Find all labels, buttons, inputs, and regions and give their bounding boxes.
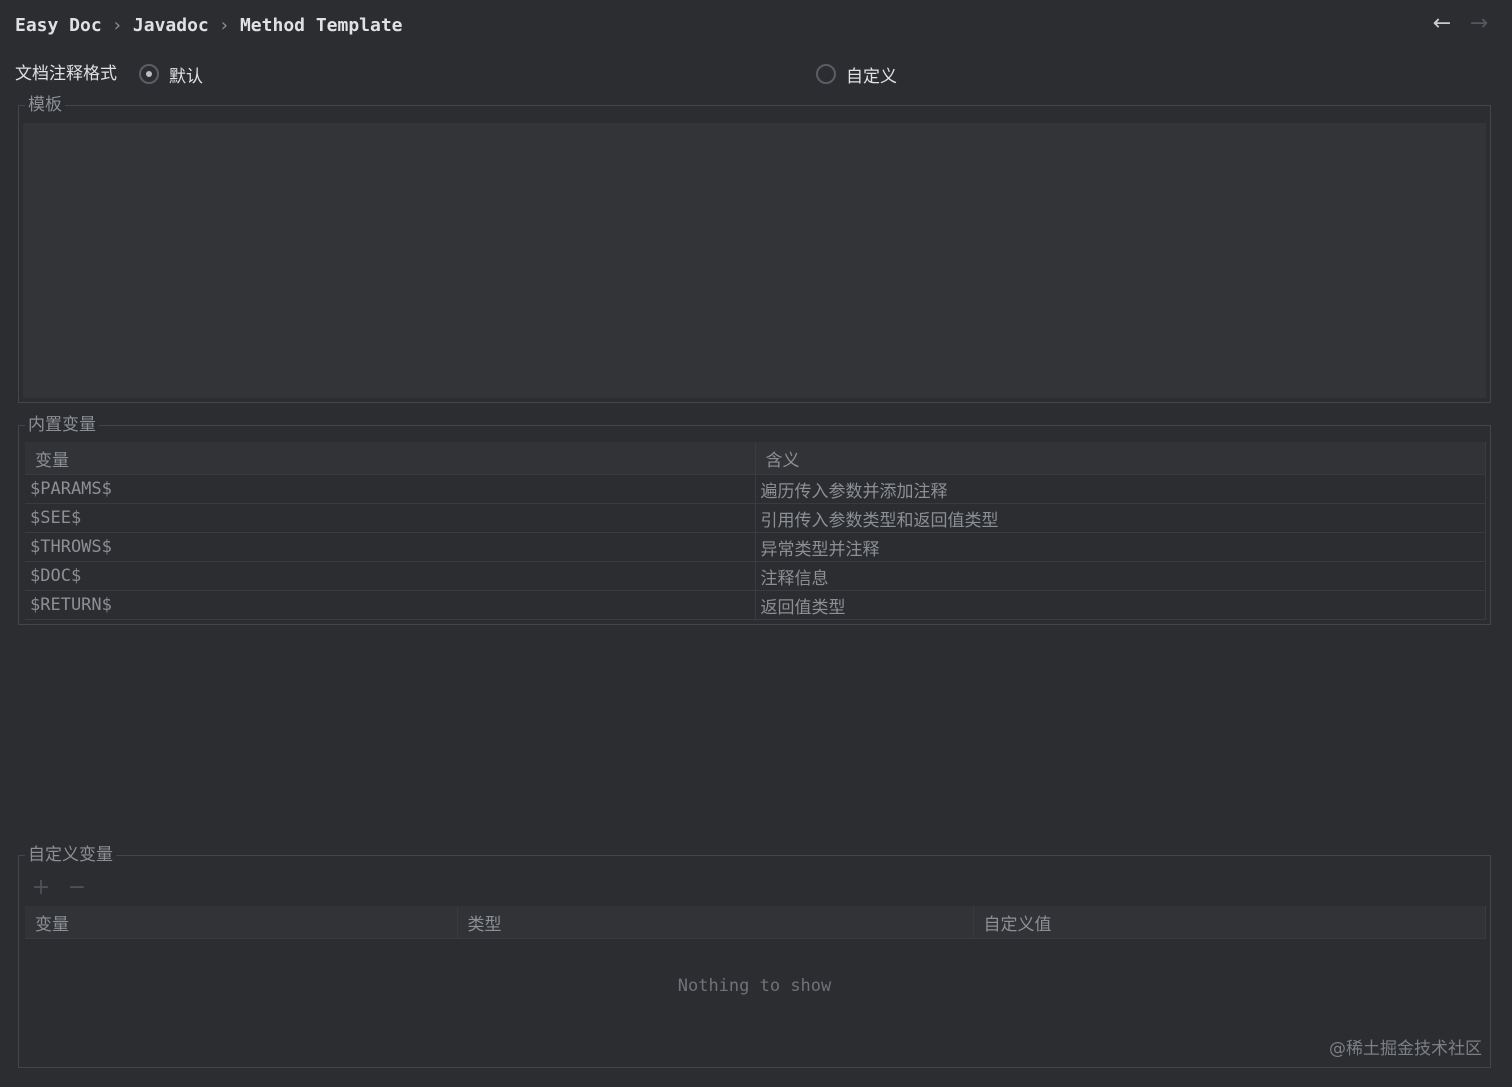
table-row[interactable]: $RETURN$ 返回值类型 — [25, 590, 1486, 620]
table-header-row: 变量 类型 自定义值 — [25, 906, 1486, 939]
table-row[interactable]: $THROWS$ 异常类型并注释 — [25, 532, 1486, 562]
builtin-variables-group: 内置变量 变量 含义 $PARAMS$ 遍历传入参数并添加注释 $SEE$ 引用… — [18, 413, 1491, 625]
add-icon[interactable]: + — [29, 876, 53, 900]
variable-cell: $THROWS$ — [25, 532, 756, 562]
radio-default[interactable]: 默认 — [139, 61, 203, 87]
doc-format-label: 文档注释格式 — [15, 64, 117, 84]
variable-cell: $PARAMS$ — [25, 474, 756, 504]
template-group-title: 模板 — [25, 93, 65, 117]
table-row[interactable]: $SEE$ 引用传入参数类型和返回值类型 — [25, 503, 1486, 533]
column-header-meaning[interactable]: 含义 — [755, 442, 1486, 475]
remove-icon[interactable]: − — [65, 876, 89, 900]
breadcrumb: Easy Doc › Javadoc › Method Template — [15, 13, 403, 37]
radio-checked-icon[interactable] — [139, 64, 159, 84]
radio-default-label[interactable]: 默认 — [169, 62, 203, 87]
column-header-variable[interactable]: 变量 — [25, 906, 458, 939]
radio-unchecked-icon[interactable] — [816, 64, 836, 84]
variable-cell: $RETURN$ — [25, 590, 756, 620]
column-header-variable[interactable]: 变量 — [25, 442, 756, 475]
column-header-type[interactable]: 类型 — [457, 906, 974, 939]
template-group: 模板 — [18, 93, 1491, 403]
breadcrumb-item-javadoc[interactable]: Javadoc — [133, 15, 209, 36]
empty-table-message: Nothing to show — [677, 976, 832, 996]
breadcrumb-separator: › — [220, 14, 228, 36]
variable-cell: $SEE$ — [25, 503, 756, 533]
breadcrumb-item-method-template: Method Template — [239, 14, 403, 36]
forward-arrow-icon[interactable]: → — [1468, 13, 1490, 35]
meaning-cell: 异常类型并注释 — [755, 532, 1486, 562]
breadcrumb-item-easy-doc[interactable]: Easy Doc — [15, 15, 102, 36]
watermark: @稀土掘金技术社区 — [1329, 1039, 1482, 1059]
meaning-cell: 返回值类型 — [755, 590, 1486, 620]
doc-format-row: 文档注释格式 默认 自定义 — [15, 61, 1512, 87]
radio-custom[interactable]: 自定义 — [816, 61, 897, 87]
custom-variables-group: 自定义变量 + − 变量 类型 自定义值 Nothing to show — [18, 843, 1491, 1068]
template-editor[interactable] — [23, 123, 1486, 398]
meaning-cell: 遍历传入参数并添加注释 — [755, 474, 1486, 504]
custom-variables-title: 自定义变量 — [25, 843, 116, 867]
table-header-row: 变量 含义 — [25, 442, 1486, 475]
builtin-variables-table: 变量 含义 $PARAMS$ 遍历传入参数并添加注释 $SEE$ 引用传入参数类… — [25, 442, 1486, 620]
custom-variables-table: 变量 类型 自定义值 — [25, 906, 1486, 939]
variable-cell: $DOC$ — [25, 561, 756, 591]
table-row[interactable]: $DOC$ 注释信息 — [25, 561, 1486, 591]
radio-custom-label[interactable]: 自定义 — [846, 62, 897, 87]
meaning-cell: 注释信息 — [755, 561, 1486, 591]
breadcrumb-separator: › — [113, 14, 121, 36]
table-row[interactable]: $PARAMS$ 遍历传入参数并添加注释 — [25, 474, 1486, 504]
back-arrow-icon[interactable]: ← — [1431, 13, 1453, 35]
meaning-cell: 引用传入参数类型和返回值类型 — [755, 503, 1486, 533]
builtin-variables-title: 内置变量 — [25, 413, 99, 437]
column-header-custom-value[interactable]: 自定义值 — [973, 906, 1486, 939]
